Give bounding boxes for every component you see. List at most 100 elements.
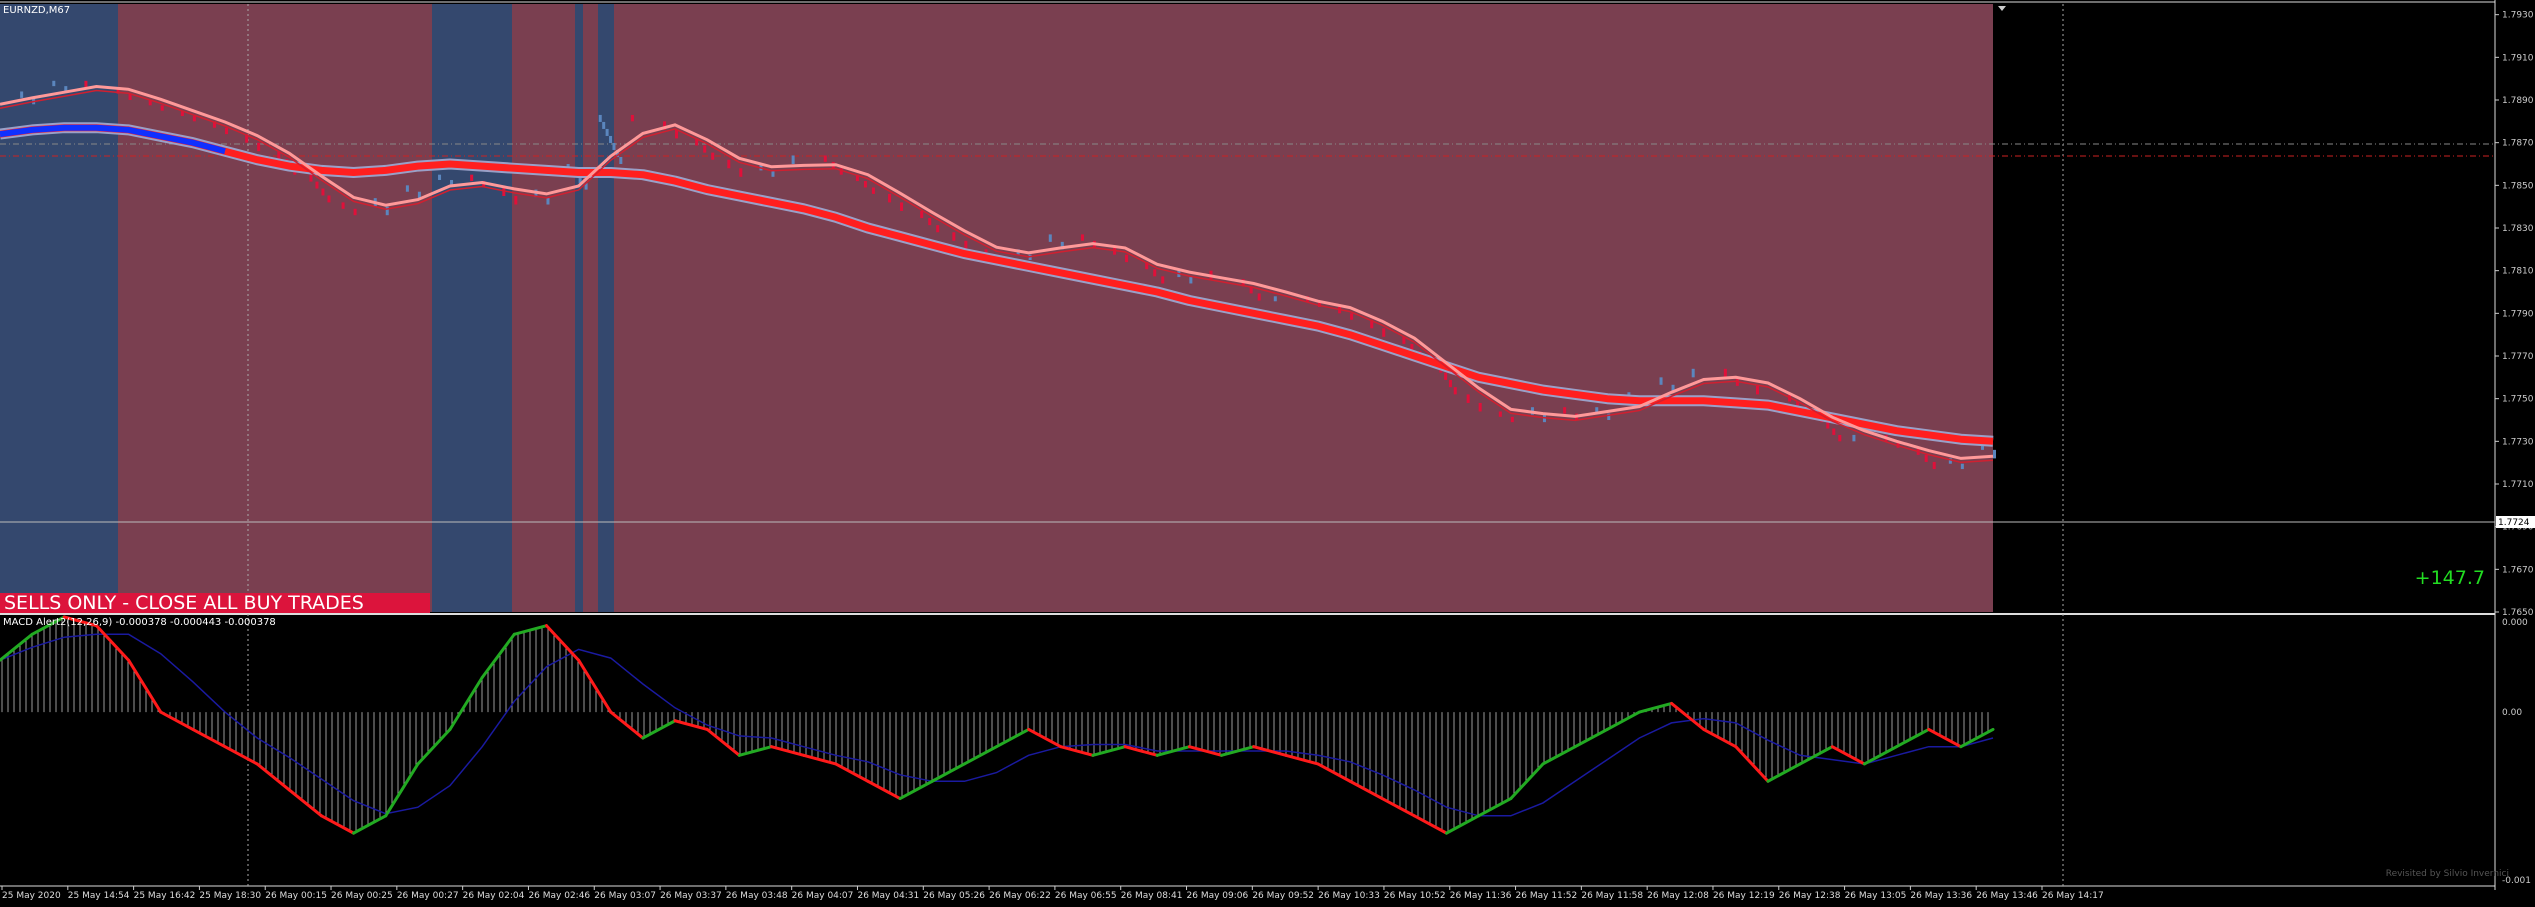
candle (321, 188, 325, 196)
time-axis-label: 26 May 00:25 (331, 891, 393, 901)
bull-zone (0, 4, 118, 612)
time-axis-label: 26 May 11:58 (1581, 891, 1643, 901)
time-axis-label: 26 May 09:52 (1252, 891, 1314, 901)
macd-axis-label: 0.000 (2502, 618, 2528, 628)
bull-zone (575, 4, 583, 612)
price-axis-label: 1.7650 (2502, 608, 2534, 618)
candle (928, 218, 932, 226)
candle (192, 116, 196, 122)
candle (438, 174, 442, 180)
time-axis-label: 26 May 12:19 (1713, 891, 1775, 901)
time-axis-label: 26 May 03:07 (594, 891, 656, 901)
price-axis-label: 1.7810 (2502, 267, 2534, 277)
candle (225, 127, 229, 135)
candle (1659, 377, 1663, 385)
profit-label: +147.7 (2414, 567, 2485, 589)
signal-banner: SELLS ONLY - CLOSE ALL BUY TRADES (0, 593, 430, 613)
candle (609, 135, 613, 143)
candle (1498, 411, 1502, 417)
candle (1257, 293, 1261, 301)
candle (1510, 416, 1514, 423)
time-axis-label: 25 May 18:30 (199, 891, 261, 901)
symbol-label: EURNZD,M67 (3, 5, 71, 16)
candle (1448, 379, 1452, 388)
time-axis-label: 26 May 11:36 (1450, 891, 1512, 901)
candle (936, 225, 940, 233)
candle (257, 142, 261, 152)
time-axis-label: 26 May 13:05 (1845, 891, 1907, 901)
candle (1932, 461, 1936, 470)
candle (952, 232, 956, 241)
candle (612, 142, 616, 150)
time-axis-label: 26 May 10:52 (1384, 891, 1446, 901)
price-axis-label: 1.7790 (2502, 309, 2534, 319)
time-axis-label: 25 May 16:42 (134, 891, 196, 901)
price-axis-label: 1.7710 (2502, 480, 2534, 490)
bull-zone (598, 4, 614, 612)
time-axis-label: 26 May 04:07 (792, 891, 854, 901)
candle (1852, 434, 1856, 442)
candle (1832, 428, 1836, 435)
candle (160, 105, 164, 111)
time-axis-label: 26 May 00:27 (397, 891, 459, 901)
candle (315, 181, 319, 189)
candle (1161, 276, 1165, 284)
candle (1453, 387, 1457, 395)
candle (341, 202, 345, 209)
time-axis-label: 26 May 08:41 (1121, 891, 1183, 901)
time-axis-label: 26 May 05:26 (923, 891, 985, 901)
candle (1826, 422, 1830, 429)
macd-label: MACD Alert2(12,26,9) -0.000378 -0.000443… (3, 617, 276, 628)
candle (739, 168, 743, 177)
candle (1273, 296, 1277, 302)
candle (327, 195, 331, 203)
time-axis-label: 25 May 2020 (2, 891, 61, 901)
candle (1563, 407, 1567, 414)
time-axis-label: 26 May 12:08 (1647, 891, 1709, 901)
candle (1838, 434, 1842, 442)
price-axis-label: 1.7890 (2502, 96, 2534, 106)
time-axis-label: 25 May 14:54 (68, 891, 130, 901)
time-axis-label: 26 May 06:22 (989, 891, 1051, 901)
candle (514, 196, 518, 205)
candle (888, 193, 892, 203)
candle (619, 156, 623, 164)
candle (1478, 402, 1482, 412)
current-price-label: 1.7724 (2498, 518, 2530, 528)
time-axis-label: 26 May 10:33 (1318, 891, 1380, 901)
candle (598, 114, 602, 122)
candle (920, 210, 924, 219)
time-axis-label: 26 May 04:31 (857, 891, 919, 901)
time-axis-label: 26 May 03:48 (726, 891, 788, 901)
time-axis-label: 26 May 06:55 (1055, 891, 1117, 901)
candle (675, 129, 679, 139)
price-axis-label: 1.7850 (2502, 181, 2534, 191)
trading-terminal: 1.7930 1.7910 1.7890 1.7870 1.7850 1.7830 1.78… (0, 0, 2535, 903)
price-axis-label: 1.7750 (2502, 395, 2534, 405)
price-axis-label: 1.7910 (2502, 53, 2534, 63)
candle (823, 155, 827, 162)
candle (1755, 385, 1759, 395)
candle (405, 185, 409, 192)
price-axis-label: 1.7770 (2502, 352, 2534, 362)
time-axis-label: 26 May 09:06 (1187, 891, 1249, 901)
candle (1125, 254, 1129, 263)
candle (1691, 368, 1695, 378)
price-axis-label: 1.7830 (2502, 224, 2534, 234)
candle (630, 114, 634, 122)
candle (727, 159, 731, 169)
candle (1466, 394, 1470, 403)
candle (1444, 372, 1448, 380)
candle (1080, 234, 1084, 241)
time-axis-label: 26 May 12:38 (1779, 891, 1841, 901)
candle (602, 121, 606, 129)
price-axis-label: 1.7870 (2502, 139, 2534, 149)
candle (1382, 328, 1386, 337)
watermark: Revisited by Silvio Invernici (2385, 869, 2509, 879)
chart-canvas[interactable]: 1.7930 1.7910 1.7890 1.7870 1.7850 1.7830 1.78… (0, 0, 2535, 903)
candle (1993, 449, 1996, 459)
time-axis-label: 26 May 03:37 (660, 891, 722, 901)
bear-zone (0, 4, 1993, 612)
candle (52, 80, 56, 87)
price-axis-label: 1.7670 (2502, 565, 2534, 575)
